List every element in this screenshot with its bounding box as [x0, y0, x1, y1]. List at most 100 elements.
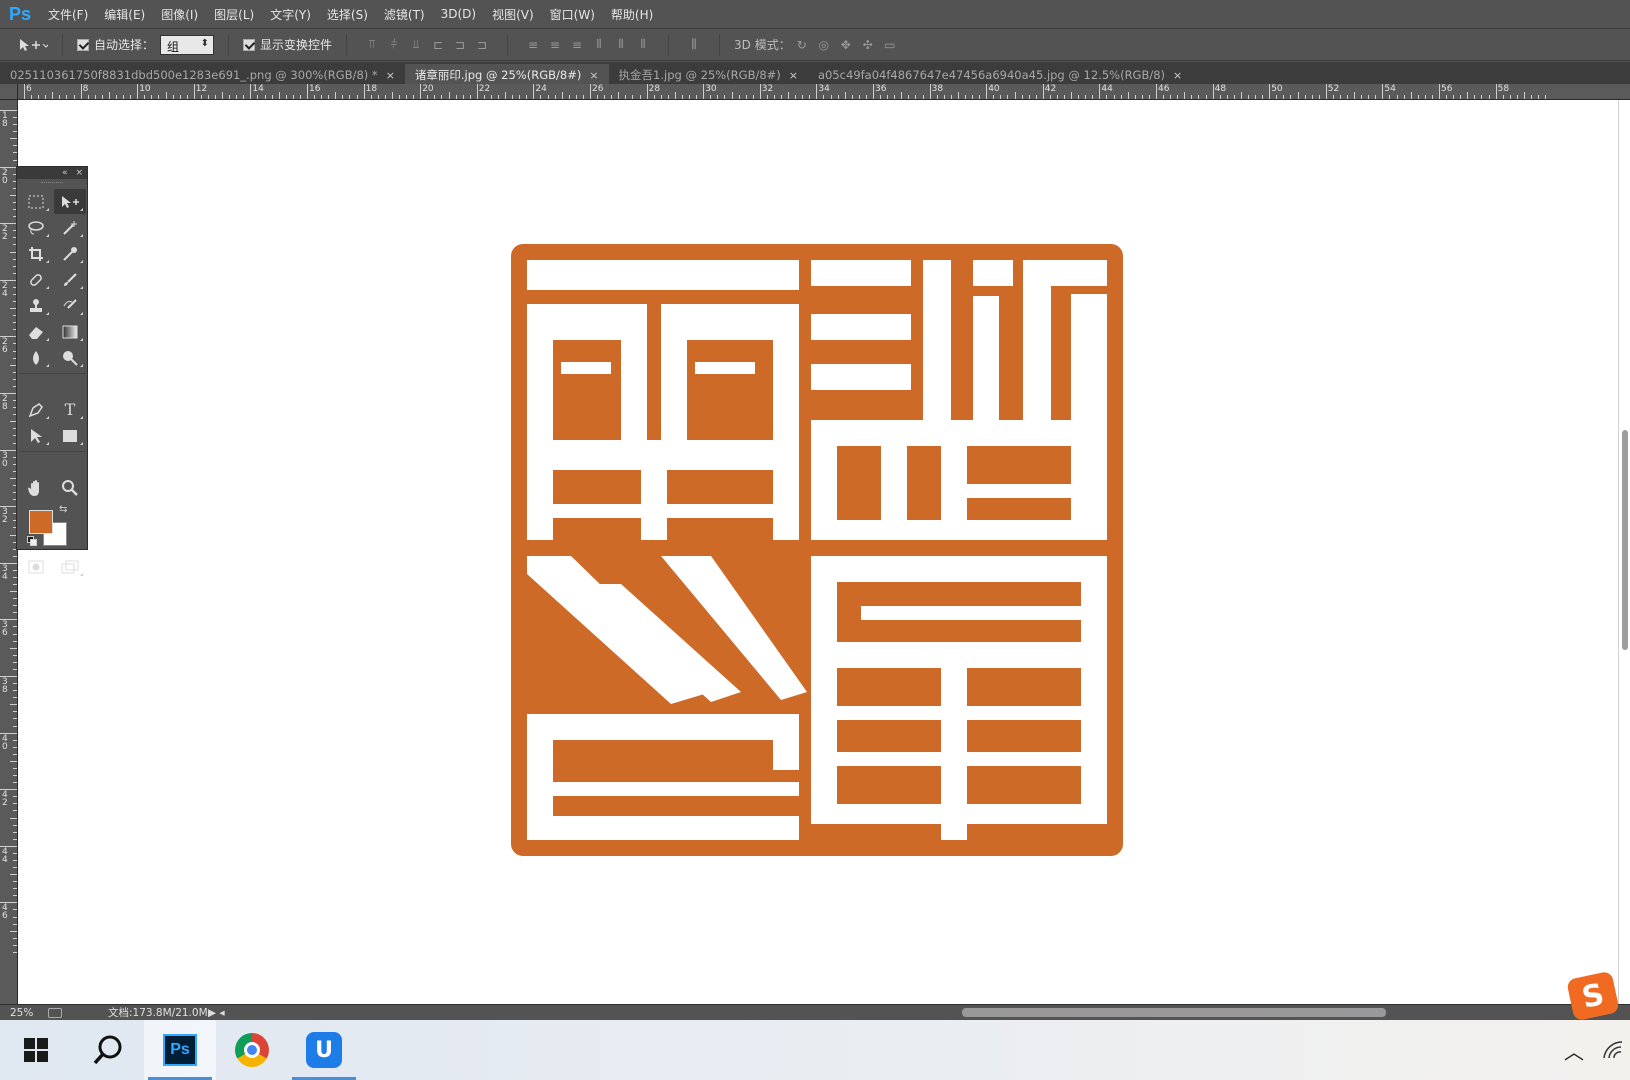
menu-select[interactable]: 选择(S) — [319, 6, 376, 23]
brush-icon[interactable] — [54, 267, 86, 292]
dodge-icon[interactable] — [54, 345, 86, 370]
menu-file[interactable]: 文件(F) — [40, 6, 96, 23]
tab-label: 执金吾1.jpg @ 25%(RGB/8#) — [618, 68, 781, 82]
vertical-scrollbar[interactable] — [1618, 100, 1630, 1004]
blur-icon[interactable] — [20, 345, 52, 370]
auto-align-icon[interactable]: ⫼ — [683, 35, 705, 55]
horizontal-scroll-thumb[interactable] — [962, 1007, 1386, 1017]
ruler-minor-tick — [377, 95, 379, 99]
menu-edit[interactable]: 编辑(E) — [96, 6, 153, 23]
taskbar-chrome[interactable] — [216, 1020, 288, 1080]
menu-3d[interactable]: 3D(D) — [433, 7, 484, 21]
tab-document-2[interactable]: 诸章丽印.jpg @ 25%(RGB/8#) × — [404, 64, 609, 84]
ruler-minor-tick — [13, 775, 17, 777]
ruler-origin[interactable] — [0, 84, 18, 100]
quick-mask-icon[interactable] — [20, 554, 52, 579]
ruler-major-tick — [1382, 84, 1384, 99]
lasso-icon[interactable] — [20, 215, 52, 240]
distribute-top-icon[interactable]: ≡ — [522, 35, 544, 55]
gradient-icon[interactable] — [54, 319, 86, 344]
start-button[interactable] — [0, 1020, 72, 1080]
rect-marquee-icon[interactable] — [20, 189, 52, 214]
zoom-level[interactable]: 25% — [0, 1007, 44, 1019]
screen-mode-icon[interactable] — [54, 554, 86, 579]
chevron-up-icon[interactable]: ︿ — [1564, 1036, 1584, 1065]
vertical-scroll-thumb[interactable] — [1622, 430, 1628, 650]
clone-stamp-icon[interactable] — [20, 293, 52, 318]
3d-scale-icon[interactable]: ▭ — [879, 35, 901, 55]
path-select-icon[interactable] — [20, 423, 52, 448]
eraser-icon[interactable] — [20, 319, 52, 344]
tab-document-1[interactable]: 025110361750f8831dbd500e1283e691_.png @ … — [0, 64, 405, 84]
doc-size-info[interactable]: 文档:173.8M/21.0M — [68, 1005, 208, 1020]
3d-slide-icon[interactable]: ✣ — [857, 35, 879, 55]
align-top-icon[interactable]: ⫪ — [361, 35, 383, 55]
tool-preset-picker[interactable] — [0, 38, 54, 52]
ruler-minor-tick — [1205, 95, 1207, 99]
taskbar-app-u[interactable]: U — [288, 1020, 360, 1080]
menu-layer[interactable]: 图层(L) — [206, 6, 262, 23]
panel-grip[interactable] — [17, 179, 87, 187]
photoshop-window: Ps 文件(F) 编辑(E) 图像(I) 图层(L) 文字(Y) 选择(S) 滤… — [0, 0, 1630, 1080]
move-icon[interactable] — [54, 189, 86, 214]
close-icon[interactable]: × — [75, 168, 83, 178]
collapse-icon[interactable]: « — [62, 168, 68, 178]
distribute-left-icon[interactable]: ⫴ — [588, 35, 610, 55]
3d-pan-icon[interactable]: ✥ — [835, 35, 857, 55]
distribute-bottom-icon[interactable]: ≡ — [566, 35, 588, 55]
show-transform-option[interactable]: 显示变换控件 — [237, 36, 338, 53]
auto-select-dropdown[interactable]: 组 — [160, 34, 215, 55]
distribute-hcenter-icon[interactable]: ⫴ — [610, 35, 632, 55]
status-menu-arrow-icon[interactable]: ▶ ◂ — [208, 1007, 238, 1019]
search-button[interactable] — [72, 1020, 144, 1080]
tab-document-3[interactable]: 执金吾1.jpg @ 25%(RGB/8#) × — [609, 64, 808, 84]
auto-select-checkbox[interactable] — [77, 38, 89, 51]
close-icon[interactable]: × — [589, 69, 598, 82]
menu-filter[interactable]: 滤镜(T) — [376, 6, 433, 23]
align-bottom-icon[interactable]: ⫫ — [405, 35, 427, 55]
align-left-icon[interactable]: ⊏ — [427, 35, 449, 55]
menu-help[interactable]: 帮助(H) — [603, 6, 661, 23]
align-right-icon[interactable]: ⊐ — [471, 35, 493, 55]
ruler-minor-tick — [851, 95, 853, 99]
ruler-minor-tick — [901, 92, 903, 99]
horizontal-ruler[interactable]: 6 8 10 12 14 16 18 20 22 24 26 28 30 32 34 36 38 40 42 44 46… — [18, 84, 1630, 100]
distribute-vcenter-icon[interactable]: ≡ — [544, 35, 566, 55]
zoom-icon[interactable] — [54, 475, 86, 500]
document-canvas[interactable] — [18, 100, 1618, 1004]
history-brush-icon[interactable] — [54, 293, 86, 318]
align-hcenter-icon[interactable]: ⊐ — [449, 35, 471, 55]
network-icon[interactable] — [1602, 1040, 1624, 1060]
close-icon[interactable]: × — [789, 69, 798, 82]
tab-document-4[interactable]: a05c49fa04f4867647e47456a6940a45.jpg @ 1… — [808, 64, 1192, 84]
taskbar-photoshop[interactable]: Ps — [144, 1020, 216, 1080]
foreground-color-swatch[interactable] — [29, 510, 53, 534]
proof-icon[interactable] — [48, 1007, 62, 1018]
show-transform-checkbox[interactable] — [243, 38, 256, 51]
type-icon[interactable]: T — [54, 397, 86, 422]
healing-brush-icon[interactable] — [20, 267, 52, 292]
3d-rotate-icon[interactable]: ↻ — [791, 35, 813, 55]
close-icon[interactable]: × — [386, 69, 395, 82]
rectangle-icon[interactable] — [54, 423, 86, 448]
eyedropper-icon[interactable] — [54, 241, 86, 266]
distribute-right-icon[interactable]: ⫴ — [632, 35, 654, 55]
align-vcenter-icon[interactable]: ⫩ — [383, 35, 405, 55]
swap-colors-icon[interactable]: ⇆ — [59, 504, 67, 515]
auto-align-button[interactable]: ⫼ — [677, 35, 711, 55]
hand-icon[interactable] — [20, 475, 52, 500]
pen-icon[interactable] — [20, 397, 52, 422]
crop-icon[interactable] — [20, 241, 52, 266]
menu-image[interactable]: 图像(I) — [153, 6, 206, 23]
magic-wand-icon[interactable] — [54, 215, 86, 240]
horizontal-scrollbar[interactable] — [238, 1005, 1630, 1021]
3d-roll-icon[interactable]: ◎ — [813, 35, 835, 55]
menu-view[interactable]: 视图(V) — [484, 6, 542, 23]
menu-window[interactable]: 窗口(W) — [542, 6, 603, 23]
ruler-major-tick — [986, 84, 988, 99]
close-icon[interactable]: × — [1173, 69, 1182, 82]
tools-panel-header[interactable]: « × — [17, 167, 87, 179]
menu-type[interactable]: 文字(Y) — [262, 6, 319, 23]
default-colors-icon[interactable] — [27, 536, 37, 546]
auto-select-option[interactable]: 自动选择： 组 — [71, 34, 220, 55]
